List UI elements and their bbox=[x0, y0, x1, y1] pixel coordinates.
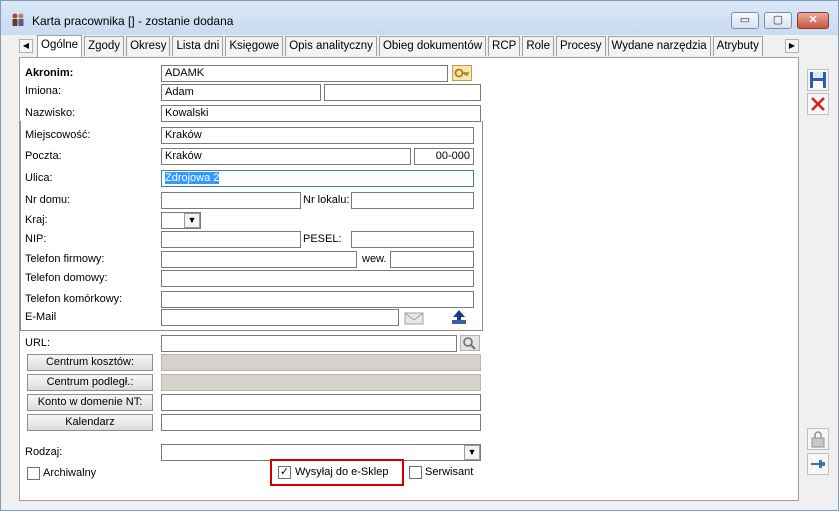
tab-obieg-dokumentow[interactable]: Obieg dokumentów bbox=[378, 36, 487, 56]
kod-pocztowy-input[interactable]: 00-000 bbox=[414, 148, 474, 165]
tab-wydane-narzedzia[interactable]: Wydane narzędzia bbox=[607, 36, 711, 56]
tab-atrybuty[interactable]: Atrybuty bbox=[712, 36, 763, 56]
nip-input[interactable] bbox=[161, 231, 301, 248]
wew-input[interactable] bbox=[390, 251, 474, 268]
upload-icon[interactable] bbox=[449, 309, 469, 325]
ulica-input[interactable]: Zdrojowa 2 bbox=[161, 170, 474, 187]
tabs: Ogólne Zgody Okresy Lista dni Księgowe Opis a… bbox=[37, 35, 765, 57]
tab-scroll-right-icon[interactable]: ▶ bbox=[785, 39, 799, 53]
minimize-button[interactable]: ▭ bbox=[731, 12, 759, 29]
tab-okresy[interactable]: Okresy bbox=[126, 36, 171, 56]
centrum-podleglosci-field bbox=[161, 374, 481, 391]
address-group-right-border bbox=[482, 121, 483, 331]
general-tab-panel: Akronim: ADAMK Imiona: Adam Nazwisko: Ko… bbox=[19, 57, 799, 501]
archiwalny-checkbox[interactable] bbox=[27, 467, 40, 480]
tab-ogolne[interactable]: Ogólne bbox=[37, 35, 83, 57]
centrum-podleglosci-button[interactable]: Centrum podległ.: bbox=[27, 374, 153, 391]
tab-lista-dni[interactable]: Lista dni bbox=[172, 36, 224, 56]
konto-nt-button[interactable]: Konto w domenie NT: bbox=[27, 394, 153, 411]
rodzaj-label: Rodzaj: bbox=[25, 446, 63, 458]
tab-rcp[interactable]: RCP bbox=[488, 36, 521, 56]
akronim-label: Akronim: bbox=[25, 67, 74, 79]
email-label: E-Mail bbox=[25, 311, 57, 323]
ulica-label: Ulica: bbox=[25, 172, 53, 184]
wew-label: wew. bbox=[362, 253, 387, 265]
pesel-label: PESEL: bbox=[303, 233, 342, 245]
padlock-icon bbox=[811, 431, 825, 448]
nr-lokalu-input[interactable] bbox=[351, 192, 474, 209]
save-button[interactable] bbox=[807, 69, 829, 91]
pin-button[interactable] bbox=[807, 453, 829, 475]
telefon-domowy-label: Telefon domowy: bbox=[25, 272, 108, 284]
serwisant-checkbox[interactable] bbox=[409, 466, 422, 479]
nr-lokalu-label: Nr lokalu: bbox=[303, 194, 350, 206]
tab-opis-analityczny[interactable]: Opis analityczny bbox=[285, 36, 377, 56]
floppy-disk-icon bbox=[810, 72, 826, 88]
poczta-input[interactable]: Kraków bbox=[161, 148, 411, 165]
delete-x-icon bbox=[811, 97, 825, 111]
telefon-firmowy-label: Telefon firmowy: bbox=[25, 253, 105, 265]
kalendarz-input[interactable] bbox=[161, 414, 481, 431]
nr-domu-label: Nr domu: bbox=[25, 194, 71, 206]
nazwisko-label: Nazwisko: bbox=[25, 107, 76, 119]
tab-role[interactable]: Role bbox=[522, 36, 554, 56]
serwisant-label: Serwisant bbox=[425, 466, 474, 478]
wysylaj-label: Wysyłaj do e-Sklep bbox=[295, 466, 389, 478]
imiona-label: Imiona: bbox=[25, 85, 62, 97]
tab-procesy[interactable]: Procesy bbox=[555, 36, 606, 56]
pin-icon bbox=[811, 460, 825, 468]
telefon-komorkowy-input[interactable] bbox=[161, 291, 474, 308]
magnifier-icon[interactable] bbox=[460, 335, 480, 351]
close-button[interactable]: ✕ bbox=[797, 12, 829, 29]
miejscowosc-input[interactable]: Kraków bbox=[161, 127, 474, 144]
cancel-button[interactable] bbox=[807, 93, 829, 115]
email-input[interactable] bbox=[161, 309, 399, 326]
tab-strip: ◀ Ogólne Zgody Okresy Lista dni Księgowe Opis… bbox=[19, 35, 799, 57]
konto-nt-input[interactable] bbox=[161, 394, 481, 411]
address-group-left-border bbox=[20, 121, 21, 331]
nazwisko-input[interactable]: Kowalski bbox=[161, 105, 481, 122]
centrum-kosztow-field bbox=[161, 354, 481, 371]
tab-zgody[interactable]: Zgody bbox=[84, 36, 125, 56]
address-group-bottom-border bbox=[20, 330, 483, 331]
archiwalny-label: Archiwalny bbox=[43, 467, 97, 479]
wysylaj-checkbox[interactable]: ✓ bbox=[278, 466, 291, 479]
tab-ksiegowe[interactable]: Księgowe bbox=[225, 36, 284, 56]
window-title: Karta pracownika [] - zostanie dodana bbox=[32, 14, 234, 28]
centrum-kosztow-button[interactable]: Centrum kosztów: bbox=[27, 354, 153, 371]
miejscowosc-label: Miejscowość: bbox=[25, 129, 91, 141]
kraj-select[interactable]: ▼ bbox=[161, 212, 201, 229]
nip-label: NIP: bbox=[25, 233, 47, 245]
tab-scroll-left-icon[interactable]: ◀ bbox=[19, 39, 33, 53]
pesel-input[interactable] bbox=[351, 231, 474, 248]
chevron-down-icon[interactable]: ▼ bbox=[184, 213, 200, 228]
employee-card-window: Karta pracownika [] - zostanie dodana ▭ … bbox=[0, 0, 839, 511]
poczta-label: Poczta: bbox=[25, 150, 62, 162]
nr-domu-input[interactable] bbox=[161, 192, 301, 209]
telefon-domowy-input[interactable] bbox=[161, 270, 474, 287]
akronim-input[interactable]: ADAMK bbox=[161, 65, 448, 82]
rodzaj-chevron-down-icon[interactable]: ▼ bbox=[464, 445, 480, 460]
imiona-input[interactable]: Adam bbox=[161, 84, 321, 101]
envelope-icon[interactable] bbox=[404, 310, 424, 326]
key-icon[interactable] bbox=[452, 65, 472, 81]
url-input[interactable] bbox=[161, 335, 457, 352]
imiona-second-input[interactable] bbox=[324, 84, 481, 101]
title-bar: Karta pracownika [] - zostanie dodana ▭ … bbox=[1, 1, 838, 35]
url-label: URL: bbox=[25, 337, 51, 349]
kraj-label: Kraj: bbox=[25, 214, 48, 226]
lock-button[interactable] bbox=[807, 428, 829, 450]
employees-icon bbox=[12, 13, 24, 26]
maximize-button[interactable]: ▢ bbox=[764, 12, 792, 29]
telefon-komorkowy-label: Telefon komórkowy: bbox=[25, 293, 123, 305]
kalendarz-button[interactable]: Kalendarz bbox=[27, 414, 153, 431]
telefon-firmowy-input[interactable] bbox=[161, 251, 357, 268]
